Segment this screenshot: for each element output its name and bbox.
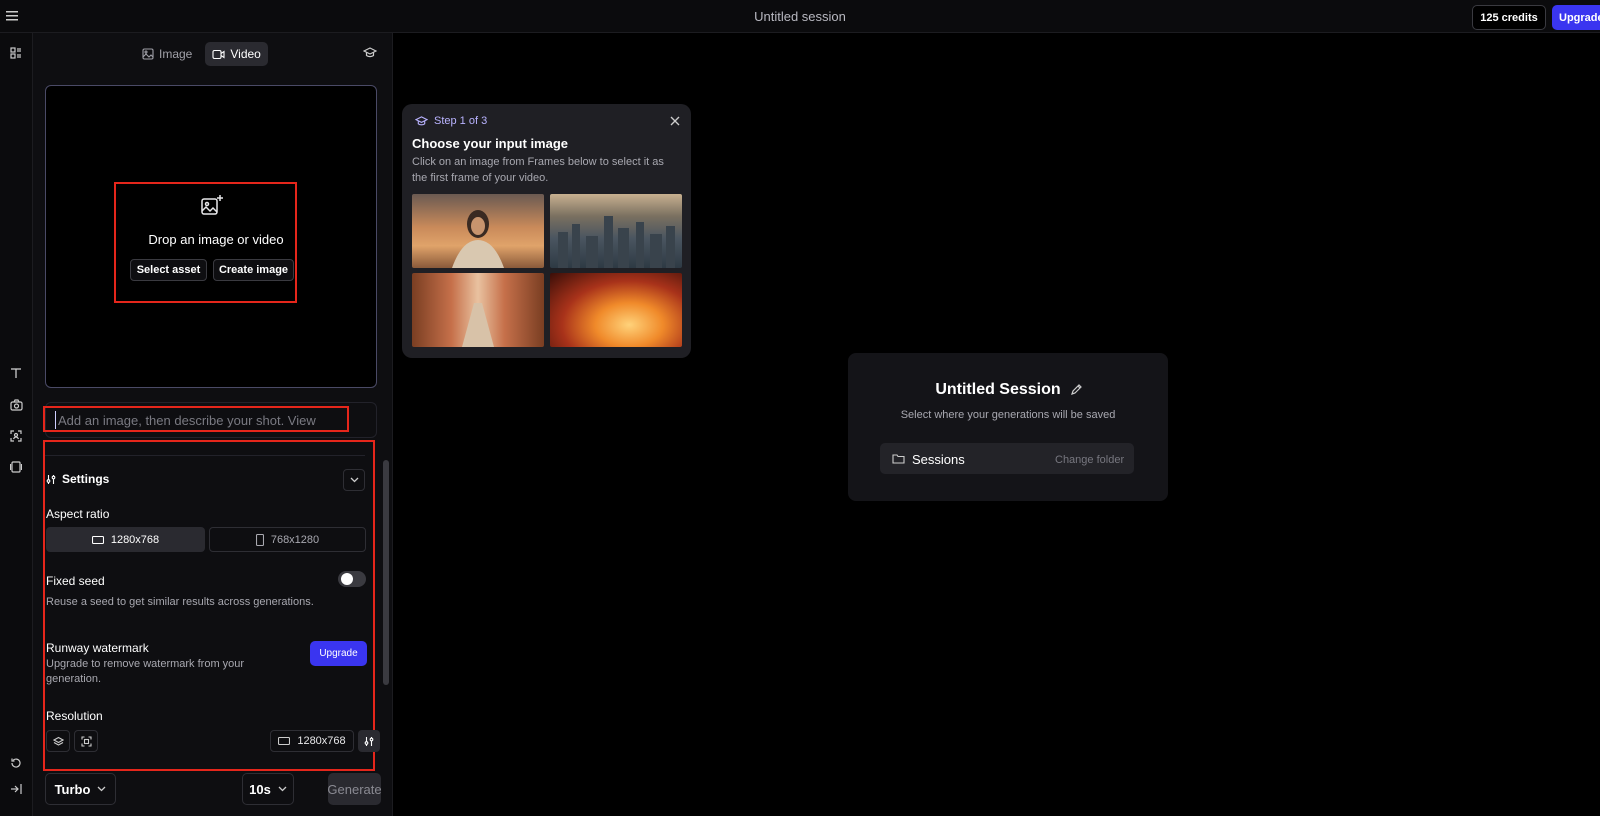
fixed-seed-description: Reuse a seed to get similar results acro… — [46, 596, 314, 608]
watermark-description: Upgrade to remove watermark from your ge… — [46, 658, 245, 685]
settings-collapse-button[interactable] — [343, 469, 365, 491]
folder-icon — [892, 453, 905, 464]
upgrade-top-button[interactable]: Upgrade — [1552, 5, 1600, 30]
resolution-select[interactable]: 1280x768 — [270, 730, 354, 752]
aspect-ratio-label: Aspect ratio — [46, 507, 110, 521]
aspect-option-portrait-label: 768x1280 — [270, 533, 320, 546]
add-image-icon — [200, 194, 224, 218]
fixed-seed-label: Fixed seed — [46, 574, 105, 588]
model-select[interactable]: Turbo — [45, 773, 116, 805]
thumbnail-fire[interactable] — [550, 273, 682, 347]
chevron-down-icon — [97, 786, 106, 792]
face-scan-icon[interactable] — [6, 426, 26, 446]
edit-icon[interactable] — [1070, 383, 1083, 396]
settings-title: Settings — [62, 472, 110, 486]
credits-badge[interactable]: 125 credits — [1472, 5, 1546, 30]
session-title[interactable]: Untitled session — [0, 9, 1600, 24]
session-card — [848, 353, 1168, 501]
resolution-label: Resolution — [46, 709, 103, 723]
thumbnail-portrait[interactable] — [412, 194, 544, 268]
collapse-panel-icon[interactable] — [6, 779, 26, 799]
tour-title: Choose your input image — [412, 136, 569, 151]
tour-step-label: Step 1 of 3 — [434, 115, 488, 127]
frames-icon[interactable] — [6, 457, 26, 477]
model-label: Turbo — [54, 781, 91, 797]
resolution-value: 1280x768 — [297, 735, 346, 747]
thumbnail-city[interactable] — [550, 194, 682, 268]
session-name[interactable]: Untitled Session — [848, 381, 1148, 399]
layers-icon — [52, 736, 64, 746]
tour-step: Step 1 of 3 — [415, 115, 487, 127]
landscape-icon — [278, 737, 291, 745]
prompt-input[interactable] — [55, 411, 320, 429]
graduation-cap-icon — [415, 115, 428, 125]
mode-tabs: Image Video — [135, 42, 268, 66]
settings-header[interactable]: Settings — [46, 472, 109, 486]
chevron-down-icon — [278, 786, 287, 792]
layers-button[interactable] — [46, 730, 70, 752]
aspect-option-landscape-label: 1280x768 — [110, 533, 160, 546]
image-icon — [142, 48, 154, 60]
select-asset-button[interactable]: Select asset — [130, 259, 207, 281]
change-folder-button[interactable]: Change folder — [1055, 454, 1124, 466]
tab-image[interactable]: Image — [135, 42, 199, 66]
aspect-option-portrait[interactable]: 768x1280 — [209, 527, 366, 552]
divider — [45, 455, 365, 456]
tab-video-label: Video — [230, 47, 261, 61]
watermark-label: Runway watermark — [46, 641, 149, 655]
apps-icon[interactable] — [6, 43, 26, 63]
toggle-knob — [341, 573, 353, 585]
text-tool-icon[interactable] — [6, 363, 26, 383]
duration-select[interactable]: 10s — [242, 773, 294, 805]
duration-label: 10s — [249, 781, 271, 797]
session-subtitle: Select where your generations will be sa… — [900, 409, 1116, 421]
folder-name: Sessions — [912, 452, 965, 467]
drop-zone-title: Drop an image or video — [148, 232, 284, 247]
history-icon[interactable] — [6, 753, 26, 773]
watermark-upgrade-button[interactable]: Upgrade — [310, 641, 367, 666]
tab-image-label: Image — [159, 47, 193, 61]
advanced-settings-button[interactable] — [358, 730, 380, 752]
chevron-down-icon — [350, 477, 358, 483]
portrait-icon — [255, 533, 264, 546]
tutorial-icon[interactable] — [363, 47, 377, 59]
create-image-button[interactable]: Create image — [213, 259, 294, 281]
settings-scrollbar[interactable] — [383, 460, 389, 685]
focus-frame-icon — [80, 735, 92, 747]
sliders-icon — [46, 474, 56, 484]
left-rail — [0, 33, 33, 816]
sliders-icon — [364, 736, 374, 746]
thumbnail-canyon[interactable] — [412, 273, 544, 347]
camera-icon[interactable] — [6, 395, 26, 415]
aspect-option-landscape[interactable]: 1280x768 — [46, 527, 205, 552]
video-icon — [212, 49, 225, 59]
generate-button[interactable]: Generate — [327, 773, 382, 805]
tour-description: Click on an image from Frames below to s… — [412, 156, 664, 184]
landscape-icon — [91, 535, 104, 544]
close-icon[interactable] — [668, 114, 682, 128]
tab-video[interactable]: Video — [205, 42, 268, 66]
focus-button[interactable] — [74, 730, 98, 752]
